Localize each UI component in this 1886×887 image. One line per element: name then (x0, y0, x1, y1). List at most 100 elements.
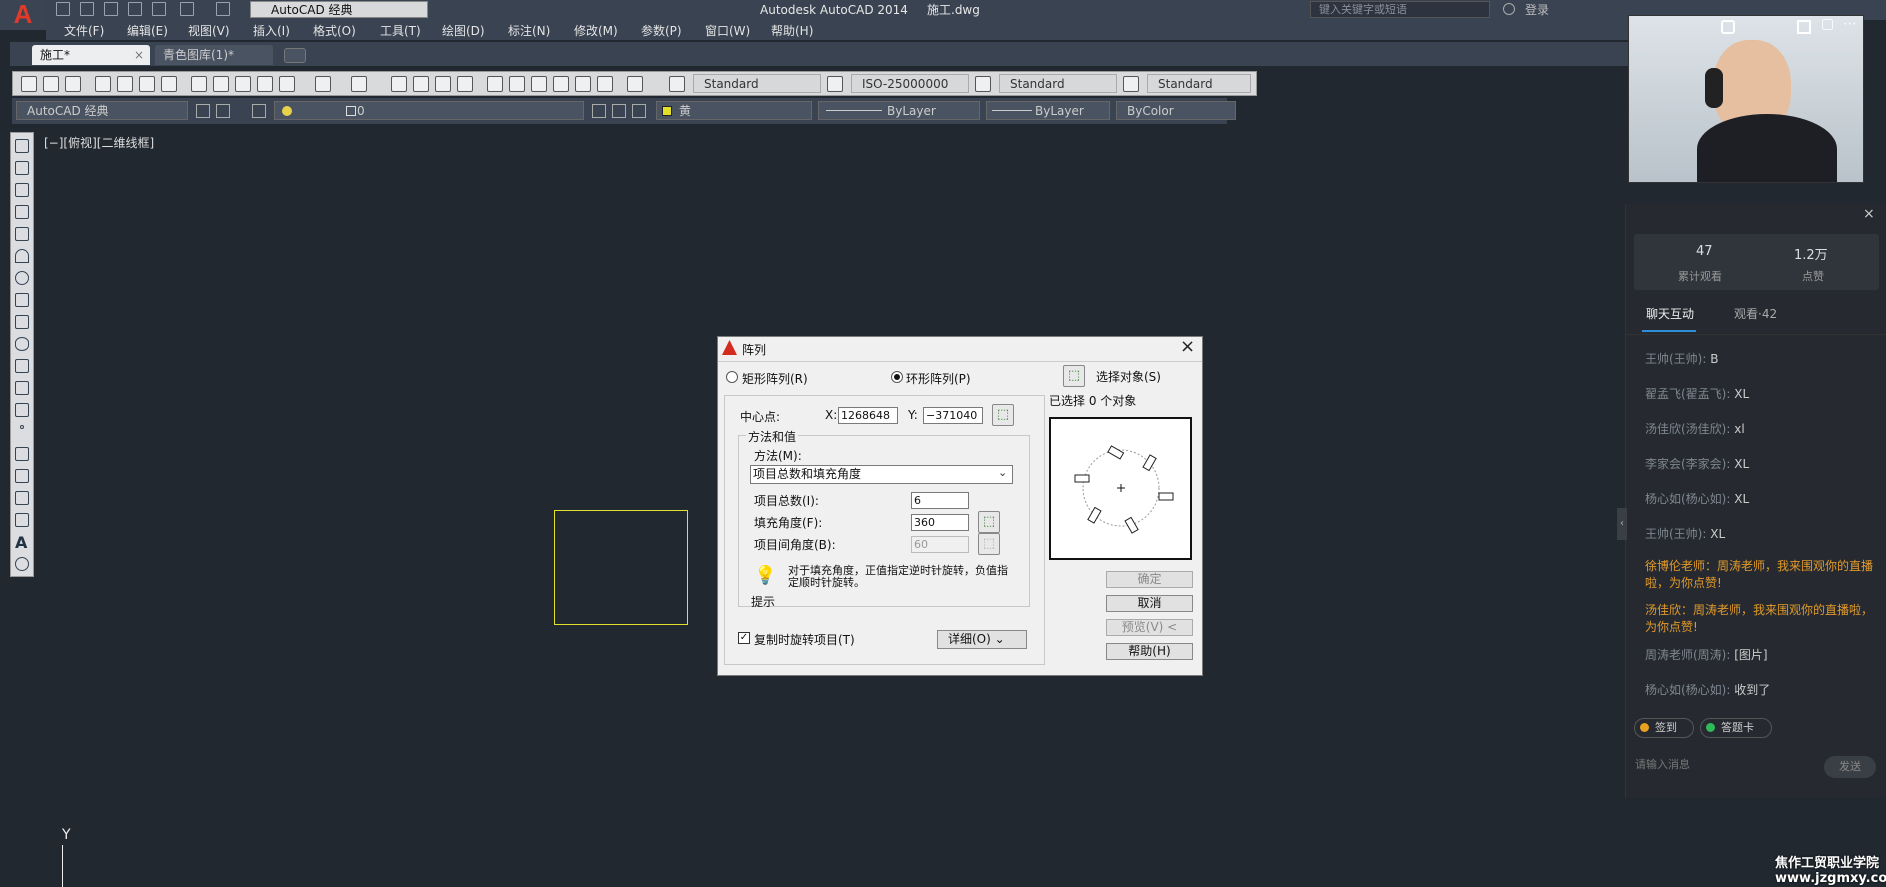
revcloud-icon[interactable] (15, 293, 29, 307)
polyline-icon[interactable] (15, 183, 29, 197)
hatch-icon[interactable] (15, 447, 29, 461)
dim-style-combo[interactable]: ISO-25000000 (851, 74, 969, 93)
new-tab-icon[interactable] (284, 48, 306, 63)
layer-properties-icon[interactable] (252, 104, 266, 118)
layer-combo[interactable]: 0 (274, 101, 584, 120)
cut-icon[interactable] (191, 76, 207, 92)
webcam-video[interactable]: ▢ ⋯ (1628, 15, 1864, 183)
dim-style-icon[interactable] (827, 76, 843, 92)
point-icon[interactable] (20, 425, 24, 429)
color-combo[interactable]: 黄 (656, 101, 812, 120)
pan-icon[interactable] (391, 76, 407, 92)
quickcalc-icon[interactable] (597, 76, 613, 92)
add-selected-icon[interactable] (15, 557, 29, 571)
tab-chat[interactable]: 聊天互动 (1646, 305, 1694, 322)
menu-edit[interactable]: 编辑(E) (127, 22, 168, 39)
zoom-window-icon[interactable] (435, 76, 451, 92)
properties-icon[interactable] (487, 76, 503, 92)
login-link[interactable]: 登录 (1525, 1, 1549, 18)
match-properties-icon[interactable] (257, 76, 273, 92)
close-icon[interactable]: × (1180, 336, 1195, 357)
workspace-combo-2[interactable]: AutoCAD 经典 (16, 101, 188, 120)
region-icon[interactable] (15, 491, 29, 505)
detail-button[interactable]: 详细(O) ⌄ (937, 630, 1027, 649)
center-x-input[interactable]: 1268648 (838, 407, 898, 424)
chat-input[interactable]: 请输入消息 (1635, 756, 1690, 772)
3d-print-icon[interactable] (161, 76, 177, 92)
mleader-style-icon[interactable] (1123, 76, 1139, 92)
undo-icon[interactable] (180, 2, 194, 16)
xline-icon[interactable] (15, 161, 29, 175)
publish-icon[interactable] (139, 76, 155, 92)
rotate-items-checkbox[interactable]: ✓ (738, 632, 750, 644)
layer-previous-icon[interactable] (612, 104, 626, 118)
arc-icon[interactable] (15, 249, 29, 263)
zoom-previous-icon[interactable] (457, 76, 473, 92)
layer-state-icon[interactable] (632, 104, 646, 118)
ellipse-icon[interactable] (15, 337, 29, 351)
block-editor-icon[interactable] (279, 76, 295, 92)
rect-array-radio[interactable] (726, 371, 738, 383)
table-icon[interactable] (15, 513, 29, 527)
insert-block-icon[interactable] (15, 381, 29, 395)
markup-icon[interactable] (575, 76, 591, 92)
open-icon[interactable] (43, 76, 59, 92)
popout-icon[interactable] (1797, 20, 1811, 34)
tab-qingse-tuku[interactable]: 青色图库(1)* (155, 45, 273, 65)
drawn-rectangle[interactable] (554, 510, 688, 625)
redo-icon[interactable] (216, 2, 230, 16)
menu-insert[interactable]: 插入(I) (253, 22, 290, 39)
pick-center-icon[interactable]: ⬚ (992, 404, 1014, 426)
menu-file[interactable]: 文件(F) (64, 22, 104, 39)
copy-icon[interactable] (213, 76, 229, 92)
menu-format[interactable]: 格式(O) (313, 22, 356, 39)
circle-icon[interactable] (15, 271, 29, 285)
cancel-button[interactable]: 取消 (1106, 595, 1193, 612)
print-icon[interactable] (95, 76, 111, 92)
gradient-icon[interactable] (15, 469, 29, 483)
pick-angle-between-icon[interactable]: ⬚ (978, 533, 1000, 555)
select-objects-icon[interactable]: ⬚ (1063, 365, 1085, 387)
menu-help[interactable]: 帮助(H) (771, 22, 813, 39)
menu-view[interactable]: 视图(V) (188, 22, 230, 39)
close-icon[interactable]: × (1863, 206, 1875, 222)
camera-switch-icon[interactable] (1721, 20, 1735, 34)
search-input[interactable]: 键入关键字或短语 (1310, 1, 1490, 18)
menu-modify[interactable]: 修改(M) (574, 22, 618, 39)
mleader-style-combo[interactable]: Standard (1147, 74, 1251, 93)
collapse-panel-icon[interactable]: ‹ (1617, 508, 1627, 540)
workspace-icon[interactable] (216, 104, 230, 118)
menu-window[interactable]: 窗口(W) (705, 22, 750, 39)
close-icon[interactable]: × (134, 45, 144, 65)
mtext-icon[interactable]: A (15, 533, 27, 552)
workspace-settings-icon[interactable] (196, 104, 210, 118)
undo-icon[interactable] (315, 76, 331, 92)
send-button[interactable]: 发送 (1824, 756, 1876, 778)
more-icon[interactable]: ⋯ (1843, 16, 1857, 32)
ok-button[interactable]: 确定 (1106, 571, 1193, 588)
pick-fill-angle-icon[interactable]: ⬚ (978, 511, 1000, 533)
new-file-icon[interactable] (56, 2, 70, 16)
redo-icon[interactable] (351, 76, 367, 92)
menu-tools[interactable]: 工具(T) (380, 22, 421, 39)
tab-shigong[interactable]: 施工* × (32, 45, 150, 65)
paste-icon[interactable] (235, 76, 251, 92)
spline-icon[interactable] (15, 315, 29, 329)
polygon-icon[interactable] (15, 205, 29, 219)
chevron-down-icon[interactable]: ⌄ (998, 466, 1007, 479)
help-icon[interactable] (627, 76, 643, 92)
make-block-icon[interactable] (15, 403, 29, 417)
help-button[interactable]: 帮助(H) (1106, 643, 1193, 660)
viewport-label[interactable]: [−][俯视][二维线框] (44, 134, 154, 151)
fill-angle-input[interactable]: 360 (911, 514, 969, 531)
table-style-combo[interactable]: Standard (999, 74, 1117, 93)
workspace-combo[interactable]: AutoCAD 经典 (250, 1, 428, 18)
preview-button[interactable]: 预览(V) < (1106, 619, 1193, 636)
total-items-input[interactable]: 6 (911, 492, 969, 509)
plotstyle-combo[interactable]: ByColor (1116, 101, 1236, 120)
tab-viewers[interactable]: 观看·42 (1734, 305, 1777, 322)
print-preview-icon[interactable] (117, 76, 133, 92)
polar-array-radio[interactable] (891, 371, 903, 383)
new-icon[interactable] (21, 76, 37, 92)
make-current-icon[interactable] (592, 104, 606, 118)
